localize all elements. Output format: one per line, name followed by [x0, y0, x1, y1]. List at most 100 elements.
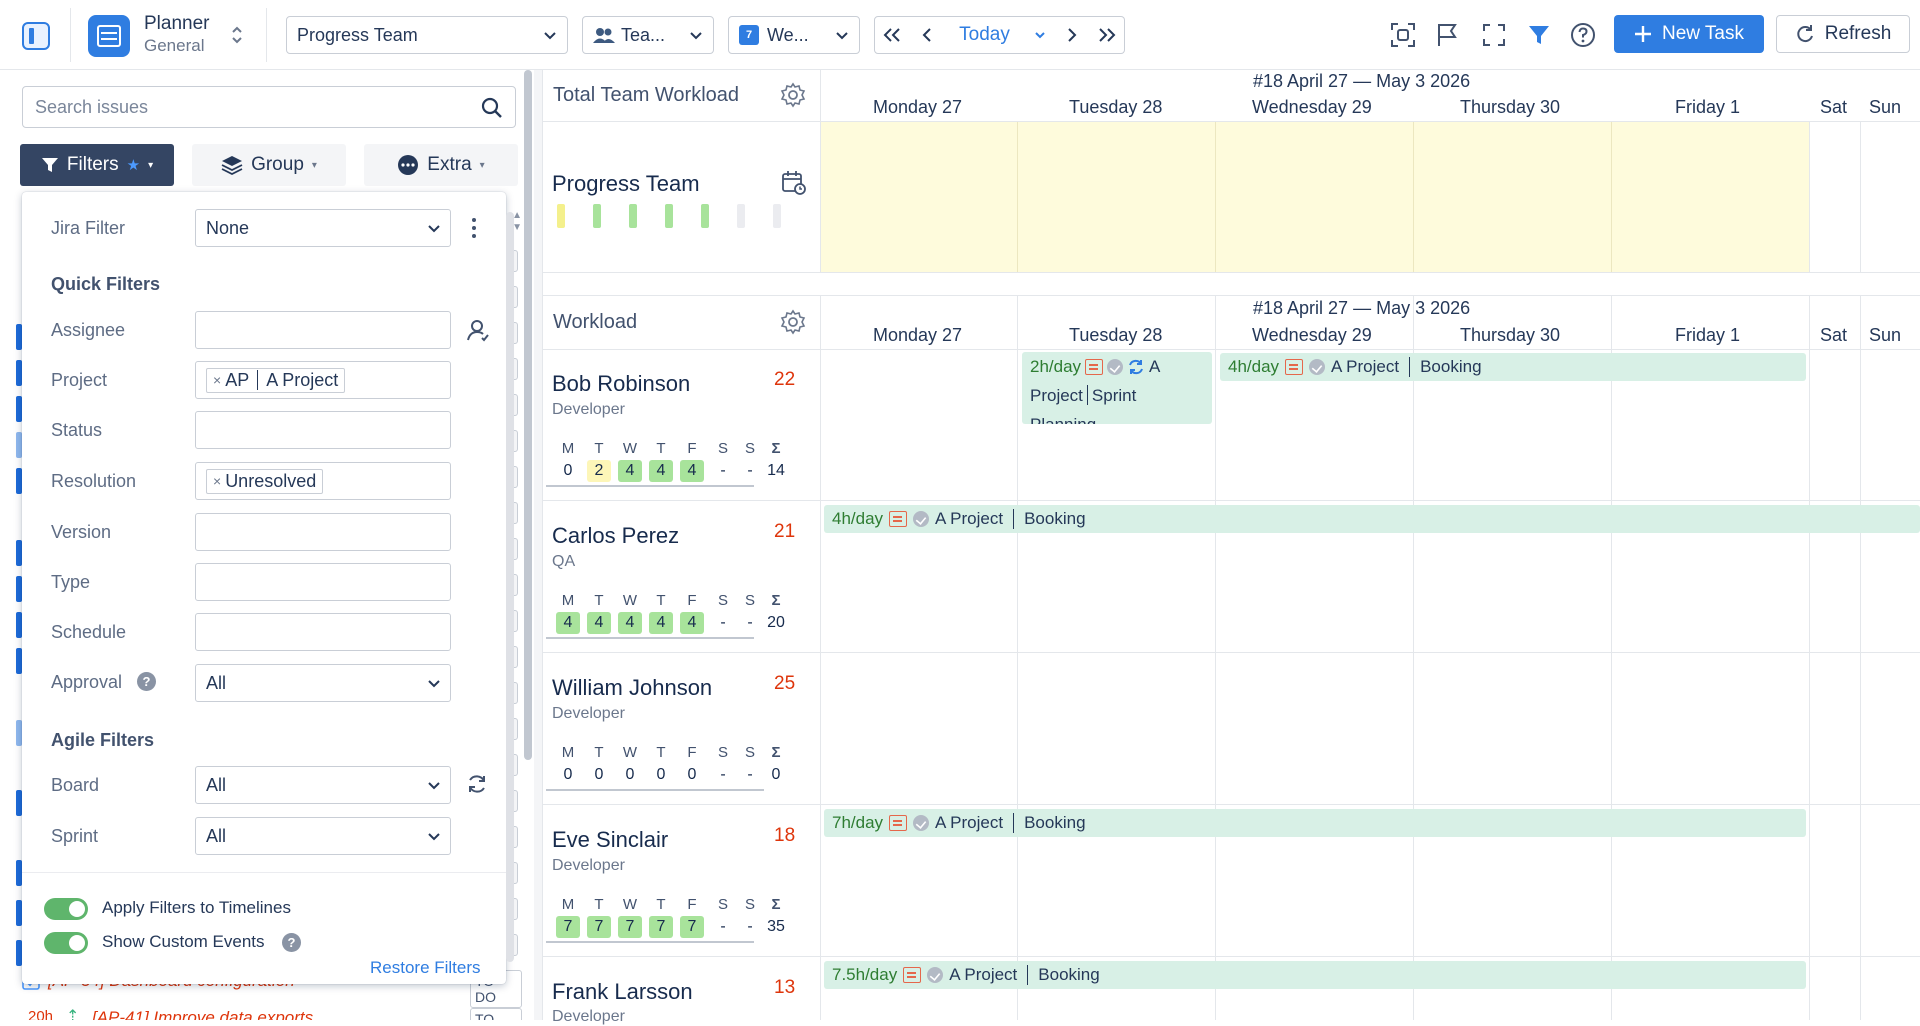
- view-select[interactable]: Tea...: [582, 16, 714, 54]
- search-input[interactable]: Search issues: [22, 86, 516, 128]
- list-scrollbar[interactable]: [524, 70, 532, 760]
- today-button[interactable]: Today: [944, 16, 1026, 54]
- remove-chip-icon[interactable]: ×: [213, 372, 221, 388]
- panel-scrollbar[interactable]: [506, 212, 514, 962]
- double-chevron-right-icon: [1098, 28, 1115, 42]
- project-input[interactable]: × AP A Project: [195, 361, 451, 399]
- schedule-input[interactable]: [195, 613, 451, 651]
- status-input[interactable]: [195, 411, 451, 449]
- filter-icon[interactable]: [1522, 18, 1556, 52]
- underline: [546, 789, 764, 791]
- day-letter: T: [594, 744, 604, 761]
- scroll-up-icon[interactable]: ▲: [512, 210, 522, 221]
- separator: [1013, 509, 1015, 529]
- gear-icon[interactable]: [780, 82, 806, 108]
- sprint-select[interactable]: All: [195, 817, 451, 855]
- day-letter: W: [622, 440, 638, 457]
- next-period-button[interactable]: [1054, 16, 1090, 54]
- day-letter: M: [561, 744, 575, 761]
- show-events-toggle[interactable]: [44, 932, 88, 954]
- person-name[interactable]: Bob Robinson: [552, 371, 690, 397]
- help-icon[interactable]: ?: [137, 672, 156, 691]
- task-project: A Project: [935, 813, 1004, 832]
- board-select[interactable]: All: [195, 766, 451, 804]
- jira-filter-select[interactable]: None: [195, 209, 451, 247]
- refresh-button[interactable]: Refresh: [1776, 15, 1910, 53]
- more-vertical-icon[interactable]: [472, 218, 476, 238]
- calendar-clock-icon[interactable]: [781, 170, 807, 196]
- list-item[interactable]: 20h ⇡ [AP-41] Improve data exports TO DO: [22, 1000, 522, 1020]
- task-icon: [889, 511, 908, 527]
- day-header-wednesday: Wednesday 29: [1252, 97, 1372, 117]
- person-name[interactable]: Eve Sinclair: [552, 827, 668, 853]
- type-input[interactable]: [195, 563, 451, 601]
- scroll-down-icon[interactable]: ▼: [512, 222, 522, 233]
- remove-chip-icon[interactable]: ×: [213, 473, 221, 489]
- recurring-icon: [1129, 359, 1143, 375]
- day-letter: S: [744, 440, 755, 457]
- group-tab[interactable]: Group ▾: [192, 144, 346, 186]
- project-label: Project: [51, 370, 108, 390]
- version-input[interactable]: [195, 513, 451, 551]
- task-bar[interactable]: 7h/day A Project Booking: [824, 809, 1806, 837]
- prev-period-double-button[interactable]: [874, 16, 910, 54]
- new-task-label: New Task: [1661, 23, 1744, 44]
- help-icon[interactable]: ?: [282, 933, 301, 952]
- task-rate: 2h/day: [1030, 357, 1082, 376]
- person-count: 21: [774, 521, 796, 542]
- plus-icon: [1634, 26, 1651, 42]
- fullscreen-icon[interactable]: [1477, 18, 1511, 52]
- day-hours: 2: [587, 460, 611, 482]
- separator: [1013, 813, 1015, 833]
- team-day-indicator: [593, 204, 601, 228]
- task-bar[interactable]: 4h/day A Project Booking: [1220, 353, 1806, 381]
- project-chip[interactable]: × AP A Project: [206, 367, 346, 393]
- next-period-double-button[interactable]: [1089, 16, 1125, 54]
- divider: [542, 956, 1920, 957]
- task-project: A Project: [949, 965, 1018, 984]
- prev-period-button[interactable]: [909, 16, 945, 54]
- task-bar[interactable]: 7.5h/day A Project Booking: [824, 961, 1806, 989]
- day-hours: 0: [656, 766, 666, 783]
- restore-filters-link[interactable]: Restore Filters: [370, 958, 481, 978]
- check-icon: [927, 967, 944, 983]
- assignee-input[interactable]: [195, 311, 451, 349]
- person-role: Developer: [552, 401, 625, 418]
- approval-value: All: [206, 672, 227, 693]
- help-icon[interactable]: [1566, 18, 1600, 52]
- new-task-button[interactable]: New Task: [1614, 15, 1764, 53]
- gear-icon[interactable]: [780, 309, 806, 335]
- filters-tab[interactable]: Filters ★ ▾: [20, 144, 174, 186]
- today-dropdown-button[interactable]: [1025, 16, 1055, 54]
- team-day-indicator: [557, 204, 565, 228]
- person-name[interactable]: Frank Larsson: [552, 979, 693, 1005]
- period-select[interactable]: 7 We...: [728, 16, 860, 54]
- apply-filters-toggle[interactable]: [44, 898, 88, 920]
- person-count: 13: [774, 977, 796, 998]
- resolution-input[interactable]: × Unresolved: [195, 462, 451, 500]
- day-header-monday: Monday 27: [873, 325, 963, 345]
- status-label: Status: [51, 420, 103, 440]
- task-bar[interactable]: 2h/day A Project Sprint Planning: [1022, 352, 1212, 424]
- team-day-indicator: [773, 204, 781, 228]
- sidebar-toggle-icon[interactable]: [22, 22, 50, 50]
- person-name[interactable]: William Johnson: [552, 675, 712, 701]
- task-icon: [1285, 359, 1304, 375]
- app-switch-icon[interactable]: [230, 24, 244, 46]
- task-bar[interactable]: 4h/day A Project Booking: [824, 505, 1920, 533]
- person-name[interactable]: Carlos Perez: [552, 523, 679, 549]
- divider: [542, 349, 1920, 350]
- day-letter: T: [594, 440, 604, 457]
- screenshot-icon[interactable]: [1386, 18, 1420, 52]
- day-letter: S: [744, 896, 755, 913]
- sync-icon[interactable]: [466, 773, 488, 795]
- person-role: Developer: [552, 705, 625, 722]
- agile-filters-title: Agile Filters: [51, 730, 155, 750]
- flag-icon[interactable]: [1430, 18, 1464, 52]
- approval-select[interactable]: All: [195, 664, 451, 702]
- extra-tab[interactable]: Extra ▾: [364, 144, 518, 186]
- user-icon[interactable]: [466, 318, 490, 342]
- team-select[interactable]: Progress Team: [286, 16, 568, 54]
- resolution-chip[interactable]: × Unresolved: [206, 468, 324, 494]
- team-day-indicator: [701, 204, 709, 228]
